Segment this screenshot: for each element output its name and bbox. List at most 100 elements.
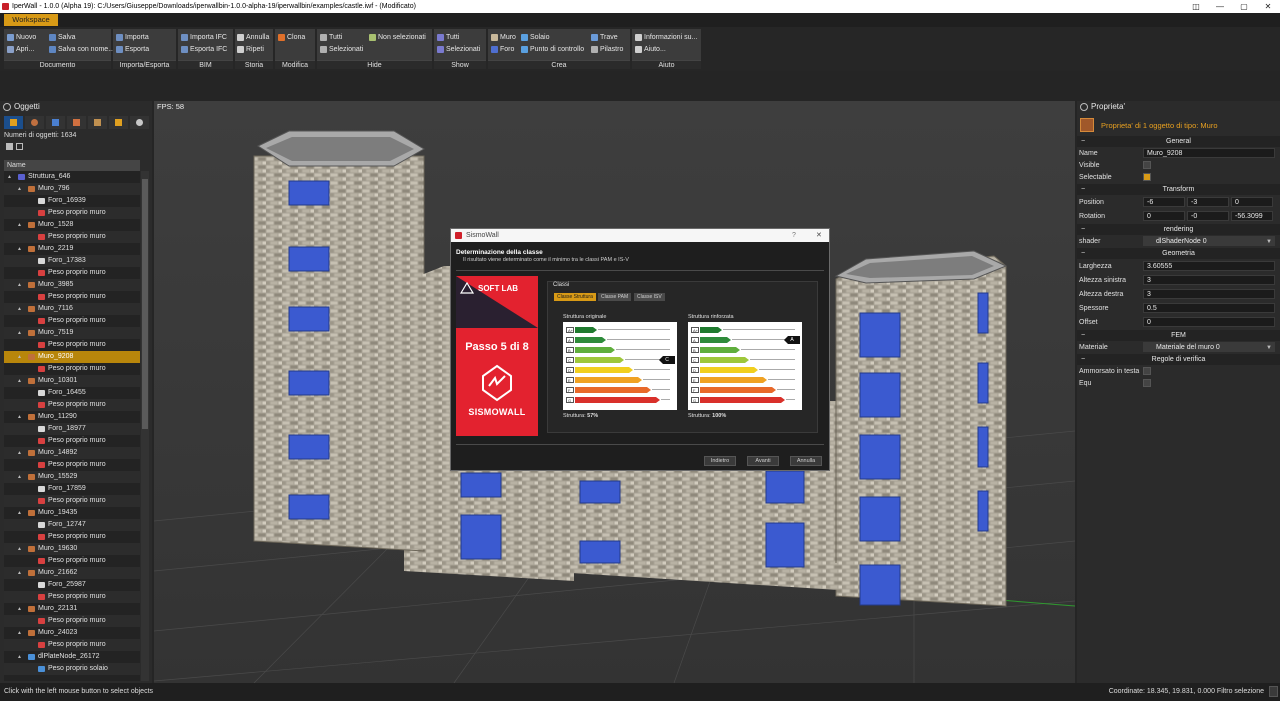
- shader-select[interactable]: dlShaderNode 0 ▼: [1143, 236, 1275, 246]
- section-transform[interactable]: − Transform: [1077, 184, 1280, 195]
- rotation-z-field[interactable]: -56.3099: [1231, 211, 1273, 221]
- spessore-field[interactable]: 0.5: [1143, 303, 1275, 313]
- tab-loads[interactable]: [46, 116, 65, 129]
- tree-row[interactable]: ▲ Muro_15529: [4, 471, 140, 483]
- tree-row[interactable]: Peso proprio muro: [4, 291, 140, 303]
- expand-toggle-icon[interactable]: ▲: [17, 351, 22, 363]
- foro-button[interactable]: Foro: [490, 44, 514, 55]
- tab-walls[interactable]: [67, 116, 86, 129]
- tree-row[interactable]: Peso proprio muro: [4, 363, 140, 375]
- tab-supports[interactable]: [88, 116, 107, 129]
- altezza-destra-field[interactable]: 3: [1143, 289, 1275, 299]
- importa-button[interactable]: Importa: [115, 32, 149, 43]
- section-regole-verifica[interactable]: − Regole di verifica: [1077, 354, 1280, 365]
- expand-toggle-icon[interactable]: ▲: [17, 327, 22, 339]
- importa-ifc-button[interactable]: Importa IFC: [180, 32, 227, 43]
- tree-row[interactable]: ▲ Muro_24023: [4, 627, 140, 639]
- avanti-button[interactable]: Avanti: [747, 456, 779, 466]
- expand-toggle-icon[interactable]: ▲: [17, 471, 22, 483]
- tree-scroll-thumb[interactable]: [142, 179, 148, 429]
- tree-row[interactable]: Peso proprio muro: [4, 615, 140, 627]
- tree-row[interactable]: Peso proprio muro: [4, 495, 140, 507]
- tree-row[interactable]: Foro_17859: [4, 483, 140, 495]
- annulla-button[interactable]: Annulla: [236, 32, 269, 43]
- expand-toggle-icon[interactable]: ▲: [17, 507, 22, 519]
- tree-row[interactable]: Peso proprio muro: [4, 231, 140, 243]
- clona-button[interactable]: Clona: [277, 32, 305, 43]
- tree-row[interactable]: ▲ Muro_22131: [4, 603, 140, 615]
- expand-toggle-icon[interactable]: ▲: [17, 375, 22, 387]
- trave-button[interactable]: Trave: [590, 32, 618, 43]
- tree-row[interactable]: Peso proprio muro: [4, 531, 140, 543]
- selectable-checkbox[interactable]: [1143, 173, 1151, 181]
- hide-non-selezionati-button[interactable]: Non selezionati: [368, 32, 426, 43]
- workspace-button[interactable]: Workspace: [4, 14, 58, 26]
- hide-tutti-button[interactable]: Tutti: [319, 32, 342, 43]
- layout-icon[interactable]: ◫: [1184, 0, 1208, 13]
- show-selezionati-button[interactable]: Selezionati: [436, 44, 480, 55]
- aiuto-button[interactable]: Aiuto...: [634, 44, 666, 55]
- minimize-button[interactable]: —: [1208, 0, 1232, 13]
- salva-button[interactable]: Salva: [48, 32, 76, 43]
- expand-toggle-icon[interactable]: ▲: [17, 447, 22, 459]
- tree-row[interactable]: Peso proprio muro: [4, 435, 140, 447]
- esporta-button[interactable]: Esporta: [115, 44, 149, 55]
- position-x-field[interactable]: -6: [1143, 197, 1185, 207]
- dialog-close-button[interactable]: ✕: [816, 229, 822, 242]
- tree-row[interactable]: ▲ Muro_19435: [4, 507, 140, 519]
- show-tutti-button[interactable]: Tutti: [436, 32, 459, 43]
- tree-row[interactable]: Peso proprio muro: [4, 459, 140, 471]
- rotation-x-field[interactable]: 0: [1143, 211, 1185, 221]
- tab-classe-struttura[interactable]: Classe Struttura: [554, 293, 596, 301]
- tree-row[interactable]: ▲ Muro_21662: [4, 567, 140, 579]
- expand-toggle-icon[interactable]: ▲: [17, 183, 22, 195]
- section-fem[interactable]: − FEM: [1077, 330, 1280, 341]
- tree-row[interactable]: ▲ Muro_10301: [4, 375, 140, 387]
- tree-row[interactable]: Peso proprio muro: [4, 399, 140, 411]
- tree-row[interactable]: ▲ Muro_7519: [4, 327, 140, 339]
- esporta-ifc-button[interactable]: Esporta IFC: [180, 44, 227, 55]
- section-general[interactable]: − General: [1077, 136, 1280, 147]
- ripeti-button[interactable]: Ripeti: [236, 44, 264, 55]
- expand-toggle-icon[interactable]: ▲: [17, 303, 22, 315]
- section-geometria[interactable]: − Geometria: [1077, 248, 1280, 259]
- tree-row[interactable]: Foro_25987: [4, 579, 140, 591]
- indietro-button[interactable]: Indietro: [704, 456, 736, 466]
- tree-row[interactable]: ▲ Muro_1528: [4, 219, 140, 231]
- expand-toggle-icon[interactable]: ▲: [17, 627, 22, 639]
- position-y-field[interactable]: -3: [1187, 197, 1229, 207]
- apri-button[interactable]: Apri...: [6, 44, 34, 55]
- tree-scrollbar[interactable]: [141, 171, 149, 681]
- nuovo-button[interactable]: Nuovo: [6, 32, 36, 43]
- equ-checkbox[interactable]: [1143, 379, 1151, 387]
- selection-filter-icon[interactable]: [1269, 686, 1278, 697]
- tree-row[interactable]: Peso proprio muro: [4, 339, 140, 351]
- pilastro-button[interactable]: Pilastro: [590, 44, 623, 55]
- tab-classe-pam[interactable]: Classe PAM: [598, 293, 632, 301]
- muro-button[interactable]: Muro: [490, 32, 516, 43]
- tree-row[interactable]: Foro_12747: [4, 519, 140, 531]
- expand-toggle-icon[interactable]: ▲: [17, 543, 22, 555]
- tree-row[interactable]: ▲ Muro_796: [4, 183, 140, 195]
- informazioni-button[interactable]: Informazioni su...: [634, 32, 697, 43]
- dialog-help-button[interactable]: ?: [792, 229, 796, 242]
- tree-row[interactable]: Foro_17383: [4, 255, 140, 267]
- expand-toggle-icon[interactable]: ▲: [17, 651, 22, 663]
- offset-field[interactable]: 0: [1143, 317, 1275, 327]
- copy-icon[interactable]: [6, 143, 13, 150]
- section-rendering[interactable]: − rendering: [1077, 224, 1280, 235]
- annulla-dialog-button[interactable]: Annulla: [790, 456, 822, 466]
- tab-sphere[interactable]: [130, 116, 149, 129]
- visible-checkbox[interactable]: [1143, 161, 1151, 169]
- tree-row[interactable]: Peso proprio muro: [4, 639, 140, 651]
- clear-icon[interactable]: [16, 143, 23, 150]
- position-z-field[interactable]: 0: [1231, 197, 1273, 207]
- tree-row[interactable]: ▲ Muro_7116: [4, 303, 140, 315]
- expand-toggle-icon[interactable]: ▲: [17, 243, 22, 255]
- prop-name-field[interactable]: Muro_9208: [1143, 148, 1275, 158]
- tab-classe-isv[interactable]: Classe ISV: [634, 293, 665, 301]
- tree-row[interactable]: Peso proprio muro: [4, 267, 140, 279]
- tree-row[interactable]: ▲ Struttura_646: [4, 171, 140, 183]
- tree-row[interactable]: Foro_16455: [4, 387, 140, 399]
- larghezza-field[interactable]: 3.60555: [1143, 261, 1275, 271]
